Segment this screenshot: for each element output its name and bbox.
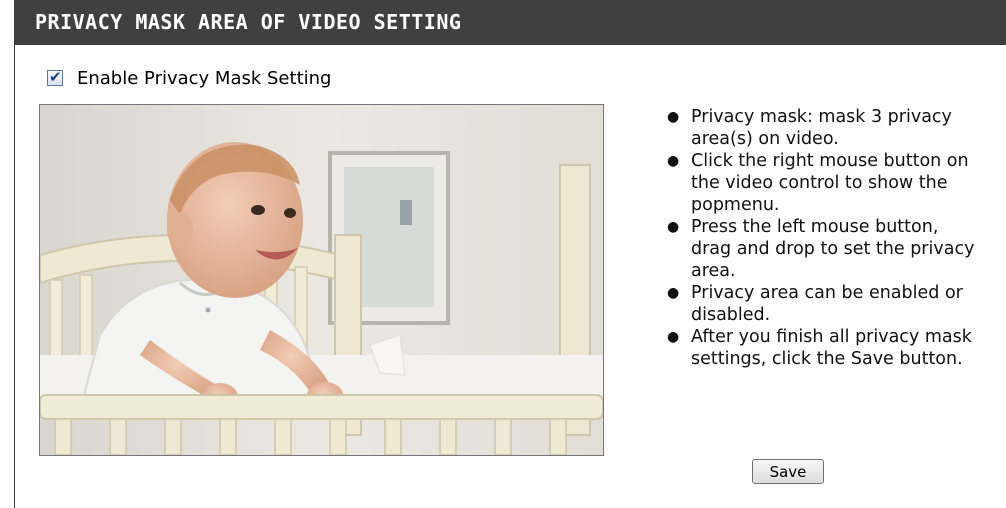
list-item: ● Privacy mask: mask 3 privacy area(s) on… <box>667 107 952 149</box>
list-item: ● Click the right mouse button on the vid… <box>667 151 969 215</box>
list-item: ● Press the left mouse button, drag and d… <box>667 217 975 281</box>
save-button[interactable]: Save <box>752 459 824 484</box>
baby-in-crib-video-frame <box>40 105 603 455</box>
enable-privacy-mask-row[interactable]: ✔ Enable Privacy Mask Setting <box>47 67 331 89</box>
enable-privacy-mask-label: Enable Privacy Mask Setting <box>77 67 332 89</box>
list-item: ● After you finish all privacy mask setti… <box>667 327 972 369</box>
list-item: ● Privacy area can be enabled or disabled… <box>667 283 963 325</box>
privacy-mask-panel: PRIVACY MASK AREA OF VIDEO SETTING ✔ Ena… <box>14 0 1006 508</box>
video-preview[interactable] <box>39 104 604 456</box>
checkmark-icon: ✔ <box>49 68 62 86</box>
instructions-list: ● Privacy mask: mask 3 privacy area(s) on… <box>655 106 978 370</box>
enable-privacy-mask-checkbox[interactable]: ✔ <box>47 68 63 86</box>
section-header: PRIVACY MASK AREA OF VIDEO SETTING <box>15 0 1006 45</box>
